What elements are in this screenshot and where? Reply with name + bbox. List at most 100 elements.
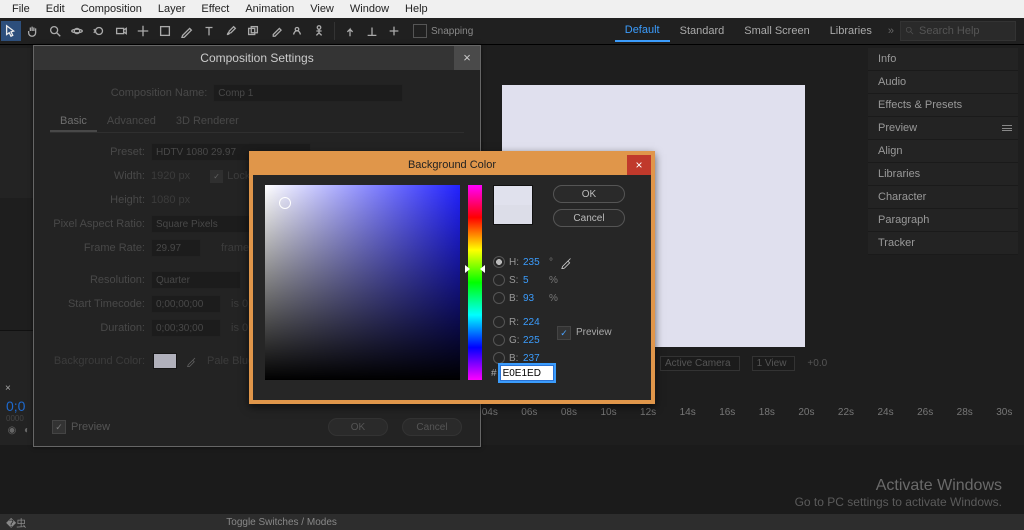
menu-file[interactable]: File [4,3,38,15]
selection-tool-icon[interactable] [1,21,21,41]
view-axis-icon[interactable] [384,21,404,41]
workspace-default[interactable]: Default [615,20,670,42]
old-color[interactable] [494,205,532,224]
roto-tool-icon[interactable] [287,21,307,41]
tab-basic[interactable]: Basic [50,112,97,132]
panel-audio[interactable]: Audio [868,71,1018,94]
puppet-tool-icon[interactable] [309,21,329,41]
radio-s[interactable] [493,274,505,286]
lock-aspect-checkbox[interactable]: ✓ [210,170,223,183]
ok-button[interactable]: OK [553,185,625,203]
current-timecode[interactable]: 0;0 [6,398,25,414]
status-icon[interactable]: �⾍ [6,515,26,530]
camera-dropdown[interactable]: Active Camera [660,356,740,371]
tab-advanced[interactable]: Advanced [97,112,166,132]
panel-libraries[interactable]: Libraries [868,163,1018,186]
close-icon[interactable]: × [627,155,651,175]
panel-info[interactable]: Info [868,48,1018,71]
start-field[interactable]: 0;00;00;00 [151,295,221,313]
clone-tool-icon[interactable] [243,21,263,41]
exposure-value[interactable]: +0.0 [807,358,827,369]
hex-field[interactable] [500,365,554,381]
eyedropper-icon[interactable] [185,354,199,368]
menu-animation[interactable]: Animation [237,3,302,15]
pen-tool-icon[interactable] [177,21,197,41]
eyedropper-icon[interactable] [560,255,574,269]
g-value[interactable]: 225 [523,335,549,346]
dur-field[interactable]: 0;00;30;00 [151,319,221,337]
comp-name-field[interactable]: Comp 1 [213,84,403,102]
menu-layer[interactable]: Layer [150,3,194,15]
brush-tool-icon[interactable] [221,21,241,41]
cancel-button[interactable]: Cancel [402,418,462,436]
hue-slider[interactable] [468,185,482,380]
tab-3d[interactable]: 3D Renderer [166,112,249,132]
view-dropdown[interactable]: 1 View [752,356,796,371]
menu-help[interactable]: Help [397,3,436,15]
panel-character[interactable]: Character [868,186,1018,209]
dialog-preview-checkbox[interactable]: ✓Preview [52,420,110,434]
dialog-titlebar[interactable]: Composition Settings × [34,46,480,70]
sv-color-field[interactable] [265,185,460,380]
picker-titlebar[interactable]: Background Color × [253,155,651,175]
activate-windows-watermark: Activate Windows Go to PC settings to ac… [795,478,1002,510]
eye-icon[interactable]: ◉ [6,425,18,437]
shape-tool-icon[interactable] [155,21,175,41]
world-axis-icon[interactable] [362,21,382,41]
h-value[interactable]: 235 [523,257,549,268]
speaker-icon[interactable]: ◐ [21,425,33,437]
workspace-overflow-icon[interactable]: » [882,25,900,37]
bg-color-swatch[interactable] [153,353,177,369]
menu-window[interactable]: Window [342,3,397,15]
fps-field[interactable]: 29.97 [151,239,201,257]
tick: 26s [905,407,945,423]
rotation-tool-icon[interactable] [89,21,109,41]
width-value[interactable]: 1920 px [151,170,190,182]
panel-preview[interactable]: Preview [868,117,1018,140]
snapping-toggle[interactable]: Snapping [413,24,473,38]
local-axis-icon[interactable] [340,21,360,41]
radio-b2[interactable] [493,352,505,364]
panel-align[interactable]: Align [868,140,1018,163]
orbit-tool-icon[interactable] [67,21,87,41]
close-icon[interactable]: × [454,46,480,70]
workspace-libraries[interactable]: Libraries [820,21,882,41]
radio-h[interactable] [493,256,505,268]
workspace-smallscreen[interactable]: Small Screen [734,21,819,41]
panel-paragraph[interactable]: Paragraph [868,209,1018,232]
workspace-standard[interactable]: Standard [670,21,735,41]
panel-tracker[interactable]: Tracker [868,232,1018,255]
s-value[interactable]: 5 [523,275,549,286]
eraser-tool-icon[interactable] [265,21,285,41]
b2-value[interactable]: 237 [523,353,549,364]
menu-edit[interactable]: Edit [38,3,73,15]
radio-r[interactable] [493,316,505,328]
camera-tool-icon[interactable] [111,21,131,41]
type-tool-icon[interactable] [199,21,219,41]
zoom-tool-icon[interactable] [45,21,65,41]
start-label: Start Timecode: [50,298,145,310]
pan-behind-tool-icon[interactable] [133,21,153,41]
ok-button[interactable]: OK [328,418,388,436]
timeline-ruler[interactable]: 04s 06s 08s 10s 12s 14s 16s 18s 20s 22s … [470,407,1024,423]
menu-view[interactable]: View [302,3,342,15]
timeline-close-icon[interactable]: × [5,383,11,394]
radio-g[interactable] [493,334,505,346]
toggle-switches-label[interactable]: Toggle Switches / Modes [226,517,337,528]
tick: 18s [747,407,787,423]
menu-effect[interactable]: Effect [193,3,237,15]
cancel-button[interactable]: Cancel [553,209,625,227]
height-value[interactable]: 1080 px [151,194,190,206]
radio-b[interactable] [493,292,505,304]
search-help-input[interactable]: Search Help [900,21,1016,41]
b-value[interactable]: 93 [523,293,549,304]
par-dropdown[interactable]: Square Pixels [151,215,261,233]
panel-menu-icon[interactable] [1002,125,1012,131]
current-frame: 0000 [6,414,24,423]
picker-preview-checkbox[interactable]: ✓Preview [557,277,612,388]
menu-composition[interactable]: Composition [73,3,150,15]
panel-effects[interactable]: Effects & Presets [868,94,1018,117]
r-value[interactable]: 224 [523,317,549,328]
hand-tool-icon[interactable] [23,21,43,41]
res-dropdown[interactable]: Quarter [151,271,241,289]
